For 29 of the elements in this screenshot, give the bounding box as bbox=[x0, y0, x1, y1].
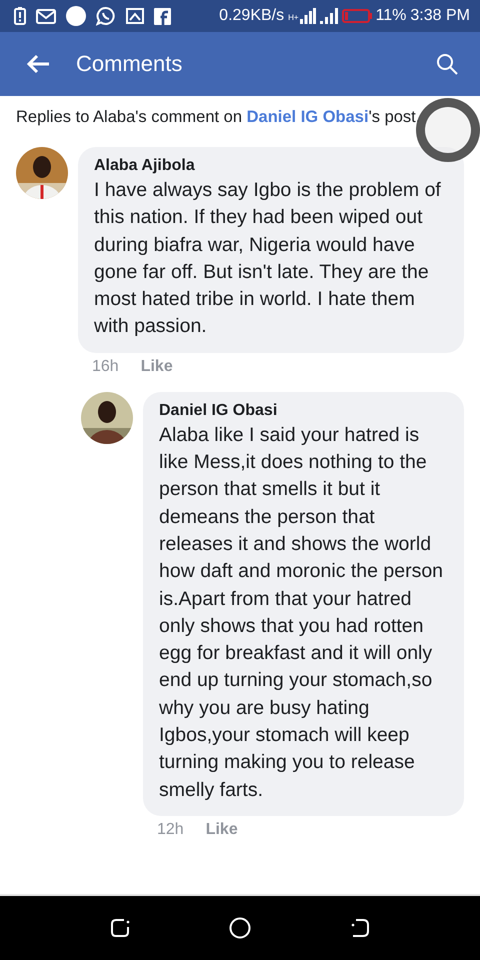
mail-icon bbox=[36, 8, 56, 24]
recent-apps-icon[interactable] bbox=[109, 917, 131, 939]
like-link[interactable]: Like bbox=[206, 820, 238, 839]
search-icon[interactable] bbox=[436, 53, 458, 75]
comment-text: I have always say Igbo is the problem of this nation. If they had been wiped out during biafra war, Nigeria would have gone far off. But isn't late. They are the most hated tribe in world. I hate them with passion. bbox=[94, 178, 442, 340]
signal-icon bbox=[320, 8, 338, 24]
signal-icon bbox=[300, 8, 316, 24]
comment-text: Alaba like I said your hatred is like Mess,it does nothing to the person that smells it but it demeans the person that releases it and shows the world how daft and moronic the person is.Apart from that your hatred only shows that you had rotten egg for breakfast and it will only end up turning your stomach,so why you are busy hating Igbos,your stomach will keep turning making you to release smelly farts. bbox=[159, 422, 444, 803]
clock-time: 3:38 PM bbox=[410, 7, 470, 25]
comment-time: 16h bbox=[92, 358, 119, 376]
avatar[interactable] bbox=[16, 147, 68, 199]
network-speed: 0.29KB/s bbox=[219, 7, 284, 25]
back-icon[interactable] bbox=[349, 917, 371, 939]
network-type: H+ bbox=[288, 13, 299, 22]
battery-alert-icon bbox=[14, 7, 26, 25]
back-arrow-icon[interactable] bbox=[26, 54, 50, 74]
circle-icon bbox=[66, 6, 86, 26]
app-icon bbox=[154, 8, 171, 24]
author-name[interactable]: Alaba Ajibola bbox=[94, 157, 452, 175]
image-icon bbox=[126, 8, 144, 24]
chat-bubble-icon bbox=[96, 6, 116, 26]
screen-title: Comments bbox=[76, 51, 184, 77]
comment-time: 12h bbox=[157, 820, 184, 839]
author-link[interactable]: Daniel IG Obasi bbox=[246, 108, 369, 126]
battery-percentage: 11% bbox=[376, 7, 406, 25]
home-icon[interactable] bbox=[229, 917, 251, 939]
like-link[interactable]: Like bbox=[140, 358, 173, 376]
author-name[interactable]: Daniel IG Obasi bbox=[159, 402, 452, 420]
replies-context-text: Replies to Alaba's comment on Daniel IG Obasi's post. bbox=[16, 108, 422, 127]
